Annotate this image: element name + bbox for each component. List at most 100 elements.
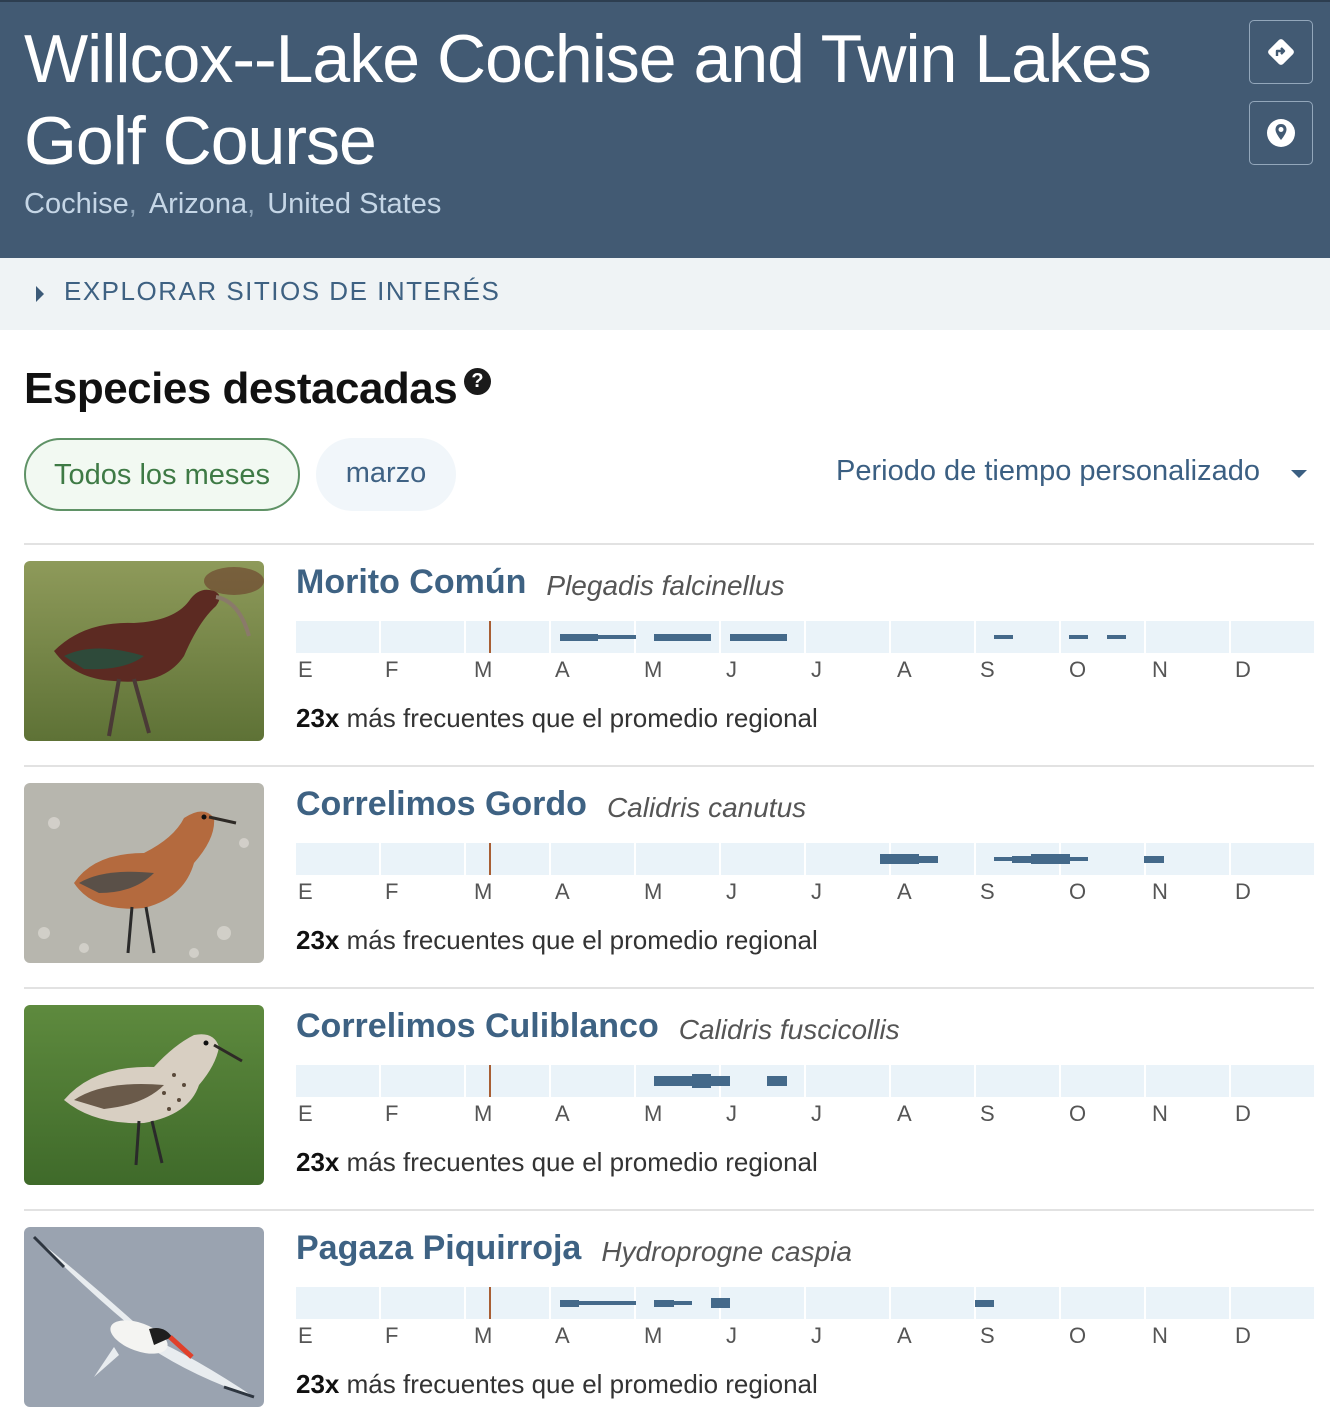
frequency-text: más frecuentes que el promedio regional bbox=[346, 703, 818, 733]
month-cell bbox=[551, 1065, 634, 1097]
month-label: S bbox=[980, 879, 996, 904]
month-cell bbox=[721, 843, 804, 875]
chevron-down-icon bbox=[1291, 470, 1307, 478]
month-label: A bbox=[555, 879, 571, 904]
help-icon[interactable]: ? bbox=[464, 368, 491, 395]
frequency-bar bbox=[296, 1065, 1314, 1097]
custom-period-dropdown[interactable]: Periodo de tiempo personalizado bbox=[836, 455, 1260, 488]
species-scientific-name: Hydroprogne caspia bbox=[601, 1236, 852, 1267]
frequency-segment bbox=[654, 1299, 674, 1307]
frequency-segment bbox=[748, 633, 768, 641]
month-label: M bbox=[474, 879, 494, 904]
frequency-segment bbox=[710, 1298, 731, 1308]
month-label: M bbox=[644, 657, 664, 682]
species-photo[interactable] bbox=[24, 1005, 264, 1185]
month-label: M bbox=[644, 879, 664, 904]
filter-all-months[interactable]: Todos los meses bbox=[24, 438, 300, 511]
month-label: A bbox=[555, 657, 571, 682]
frequency-value: 23x bbox=[296, 703, 340, 733]
directions-button[interactable] bbox=[1249, 20, 1313, 84]
frequency-segment bbox=[673, 1301, 693, 1305]
explore-hotspots-label[interactable]: EXPLORAR SITIOS DE INTERÉS bbox=[64, 276, 500, 307]
month-label: O bbox=[1069, 657, 1088, 682]
month-cell bbox=[381, 1065, 464, 1097]
month-label: N bbox=[1152, 657, 1169, 682]
month-label: D bbox=[1235, 657, 1252, 682]
species-common-name[interactable]: Correlimos Culiblanco bbox=[296, 1007, 659, 1046]
species-photo[interactable] bbox=[24, 561, 264, 741]
location-title: Willcox--Lake Cochise and Twin Lakes Gol… bbox=[24, 21, 1152, 179]
frequency-segment bbox=[1144, 855, 1164, 863]
month-cell bbox=[1231, 621, 1314, 653]
month-label: A bbox=[897, 1323, 913, 1348]
month-cell bbox=[296, 1287, 379, 1319]
month-label: A bbox=[897, 879, 913, 904]
frequency-segment bbox=[597, 635, 618, 639]
frequency-value: 23x bbox=[296, 1369, 340, 1399]
frequency-segment bbox=[559, 1299, 580, 1307]
region-state[interactable]: Arizona bbox=[149, 188, 247, 220]
month-cell bbox=[381, 1287, 464, 1319]
month-label: F bbox=[385, 879, 400, 904]
month-label: D bbox=[1235, 879, 1252, 904]
frequency-bar bbox=[296, 1287, 1314, 1319]
frequency-segment bbox=[993, 635, 1013, 639]
species-common-name[interactable]: Correlimos Gordo bbox=[296, 785, 587, 824]
current-date-marker bbox=[489, 1287, 491, 1319]
month-label: F bbox=[385, 1101, 400, 1126]
species-scientific-name: Calidris canutus bbox=[606, 792, 807, 823]
month-cell bbox=[1146, 621, 1229, 653]
month-cell bbox=[636, 843, 719, 875]
species-photo[interactable] bbox=[24, 783, 264, 963]
month-cell bbox=[1146, 1287, 1229, 1319]
month-label: E bbox=[298, 879, 314, 904]
region-separator: , bbox=[247, 188, 256, 220]
month-labels: EFMAMJJASOND bbox=[296, 879, 1314, 905]
month-cell bbox=[721, 1065, 804, 1097]
species-scientific-name: Plegadis falcinellus bbox=[546, 570, 785, 601]
region-country[interactable]: United States bbox=[267, 188, 441, 220]
month-cell bbox=[976, 621, 1059, 653]
month-cell bbox=[551, 843, 634, 875]
frequency-segment bbox=[654, 633, 674, 641]
frequency-segment bbox=[767, 1076, 787, 1086]
month-label: J bbox=[811, 1101, 823, 1126]
current-date-marker bbox=[489, 843, 491, 875]
species-common-name[interactable]: Morito Común bbox=[296, 563, 526, 602]
month-cell bbox=[296, 1065, 379, 1097]
frequency-segment bbox=[1068, 635, 1089, 639]
frequency-segment bbox=[729, 633, 750, 641]
list-divider bbox=[24, 543, 1314, 545]
frequency-segment bbox=[616, 635, 636, 639]
map-button[interactable] bbox=[1249, 101, 1313, 165]
month-cell bbox=[1231, 843, 1314, 875]
species-common-name[interactable]: Pagaza Piquirroja bbox=[296, 1229, 581, 1268]
month-label: F bbox=[385, 1323, 400, 1348]
frequency-segment bbox=[691, 633, 712, 641]
filter-current-month[interactable]: marzo bbox=[316, 438, 456, 511]
frequency-segment bbox=[880, 854, 900, 864]
glossy-ibis-photo bbox=[24, 561, 264, 741]
frequency-segment bbox=[974, 1299, 995, 1307]
frequency-segment bbox=[578, 1301, 599, 1305]
frequency-segment bbox=[597, 1301, 618, 1305]
month-cell bbox=[891, 1065, 974, 1097]
frequency-segment bbox=[1106, 635, 1127, 639]
month-cell bbox=[976, 1065, 1059, 1097]
month-label: J bbox=[811, 879, 823, 904]
month-label: A bbox=[555, 1323, 571, 1348]
month-label: S bbox=[980, 1323, 996, 1348]
species-scientific-name: Calidris fuscicollis bbox=[678, 1014, 900, 1045]
month-cell bbox=[466, 843, 549, 875]
month-cell bbox=[466, 1065, 549, 1097]
current-date-marker bbox=[489, 1065, 491, 1097]
frequency-value: 23x bbox=[296, 925, 340, 955]
species-photo[interactable] bbox=[24, 1227, 264, 1407]
current-date-marker bbox=[489, 621, 491, 653]
month-cell bbox=[806, 843, 889, 875]
month-cell bbox=[806, 1065, 889, 1097]
caret-right-icon bbox=[36, 286, 44, 302]
frequency-text: más frecuentes que el promedio regional bbox=[346, 925, 818, 955]
region-county[interactable]: Cochise bbox=[24, 188, 129, 220]
frequency-segment bbox=[710, 1076, 731, 1086]
